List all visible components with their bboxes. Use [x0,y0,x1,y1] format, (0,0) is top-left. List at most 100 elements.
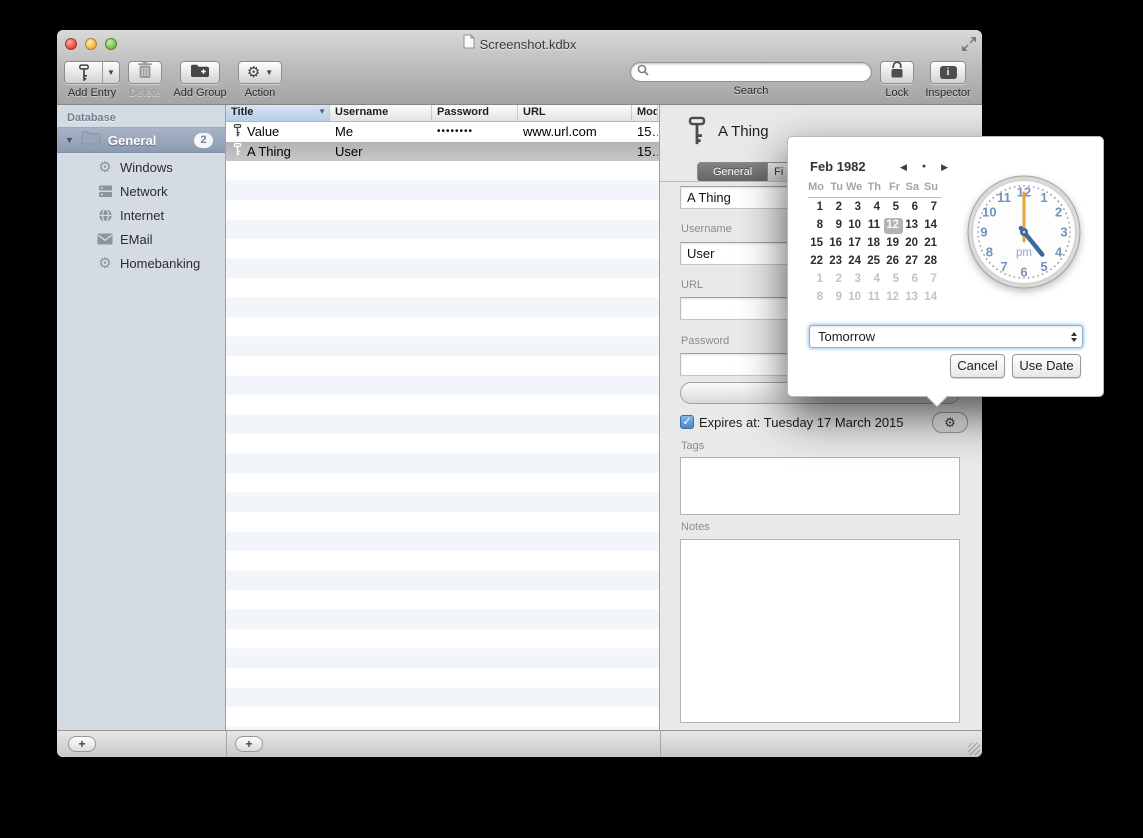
column-header-title[interactable]: Title▼ [226,105,330,121]
calendar-week-row: 22232425262728 [808,253,941,271]
password-label: Password [681,335,729,347]
sidebar-item-internet[interactable]: Internet [57,203,225,227]
calendar-day[interactable]: 1 [808,200,827,216]
calendar-prev-button[interactable]: ◀ [900,161,907,173]
calendar-day[interactable]: 10 [846,218,865,234]
date-preset-dropdown[interactable]: Tomorrow [809,325,1083,348]
calendar-next-button[interactable]: ▶ [941,161,948,173]
add-entry-button[interactable]: ▼ [64,61,120,84]
calendar-day[interactable]: 6 [903,272,922,288]
lock-button[interactable] [880,61,914,84]
calendar-day[interactable]: 27 [903,254,922,270]
disclosure-triangle-icon[interactable]: ▼ [65,135,74,145]
calendar-day[interactable]: 8 [808,218,827,234]
fullscreen-icon[interactable] [961,36,977,52]
calendar-day[interactable]: 4 [865,272,884,288]
calendar-day[interactable]: 18 [865,236,884,252]
calendar-day[interactable]: 12 [884,290,903,306]
calendar-grid: 1234567891011121314151617181920212223242… [808,199,941,307]
use-date-button[interactable]: Use Date [1012,354,1081,378]
calendar-day[interactable]: 9 [827,290,846,306]
calendar-day[interactable]: 2 [827,272,846,288]
tab-general[interactable]: General [697,162,768,182]
column-header-username[interactable]: Username [330,105,432,121]
tags-textarea[interactable] [680,457,960,515]
expires-date-picker-button[interactable]: ⚙ [932,412,968,433]
add-entry-label: Add Entry [68,87,116,99]
cell-username: Me [330,124,432,139]
delete-button[interactable] [128,61,162,84]
calendar-day[interactable]: 11 [865,218,884,234]
calendar-day[interactable]: 10 [846,290,865,306]
add-entry-dropdown[interactable]: ▼ [102,62,119,83]
sidebar-item-label: Internet [120,208,164,223]
calendar-day[interactable]: 14 [922,290,941,306]
calendar-today-button[interactable]: ● [922,161,926,173]
notes-textarea[interactable] [680,539,960,723]
calendar-day[interactable]: 28 [922,254,941,270]
trash-icon [137,61,153,84]
analog-clock[interactable]: 123456789101112 pm [965,173,1083,291]
calendar-day[interactable]: 26 [884,254,903,270]
sidebar-item-windows[interactable]: ⚙Windows [57,155,225,179]
clock-numeral: 10 [982,205,996,220]
calendar-day[interactable]: 23 [827,254,846,270]
calendar-day[interactable]: 17 [846,236,865,252]
document-icon [463,34,475,54]
sidebar-group-general[interactable]: ▼ General 2 [57,127,225,153]
calendar-month-label: Feb 1982 [810,159,866,174]
calendar-week-row: 891011121314 [808,217,941,235]
calendar-day[interactable]: 7 [922,272,941,288]
calendar-day[interactable]: 13 [903,290,922,306]
calendar-day[interactable]: 8 [808,290,827,306]
search-input[interactable] [649,65,849,79]
sidebar-add-button[interactable]: + [68,736,96,752]
column-header-url[interactable]: URL [518,105,632,121]
titlebar[interactable]: Screenshot.kdbx [57,30,982,58]
gear-icon: ⚙ [97,160,113,175]
calendar-day[interactable]: 20 [903,236,922,252]
action-button[interactable]: ⚙ ▼ [238,61,282,84]
calendar-day[interactable]: 2 [827,200,846,216]
clock-numeral: 2 [1055,205,1062,220]
search-icon [637,63,649,81]
inspector-button[interactable]: i [930,61,966,84]
cancel-button[interactable]: Cancel [950,354,1005,378]
calendar-day[interactable]: 25 [865,254,884,270]
calendar-day[interactable]: 7 [922,200,941,216]
cell-title: A Thing [226,142,330,160]
table-row[interactable]: A ThingUser15… [226,142,659,162]
calendar-day[interactable]: 13 [903,218,922,234]
calendar-day[interactable]: 14 [922,218,941,234]
calendar-day[interactable]: 24 [846,254,865,270]
calendar-day[interactable]: 5 [884,272,903,288]
calendar-day[interactable]: 22 [808,254,827,270]
sidebar-item-network[interactable]: Network [57,179,225,203]
table-row[interactable]: ValueMe••••••••www.url.com15… [226,122,659,142]
search-field[interactable] [630,62,872,82]
sidebar-item-email[interactable]: EMail [57,227,225,251]
add-group-button[interactable] [180,61,220,84]
column-header-password[interactable]: Password [432,105,518,121]
calendar-day[interactable]: 21 [922,236,941,252]
date-picker-popover: Feb 1982 ◀ ● ▶ MoTuWeThFrSaSu 1234567891… [787,136,1104,397]
calendar-day[interactable]: 16 [827,236,846,252]
expires-checkbox[interactable]: ✓ [680,415,694,429]
action-label: Action [245,87,276,99]
calendar-day[interactable]: 1 [808,272,827,288]
sidebar-item-homebanking[interactable]: ⚙Homebanking [57,251,225,275]
calendar-day[interactable]: 5 [884,200,903,216]
calendar-day[interactable]: 3 [846,200,865,216]
calendar-day[interactable]: 11 [865,290,884,306]
calendar-day[interactable]: 9 [827,218,846,234]
calendar-day[interactable]: 6 [903,200,922,216]
resize-grip[interactable] [968,743,980,755]
calendar-day[interactable]: 4 [865,200,884,216]
table-add-button[interactable]: + [235,736,263,752]
calendar-day[interactable]: 3 [846,272,865,288]
table-body[interactable]: ValueMe••••••••www.url.com15…A ThingUser… [226,122,659,730]
calendar-day[interactable]: 15 [808,236,827,252]
calendar-day[interactable]: 12 [884,218,903,234]
calendar-day[interactable]: 19 [884,236,903,252]
column-header-modi[interactable]: Modi… [632,105,658,121]
